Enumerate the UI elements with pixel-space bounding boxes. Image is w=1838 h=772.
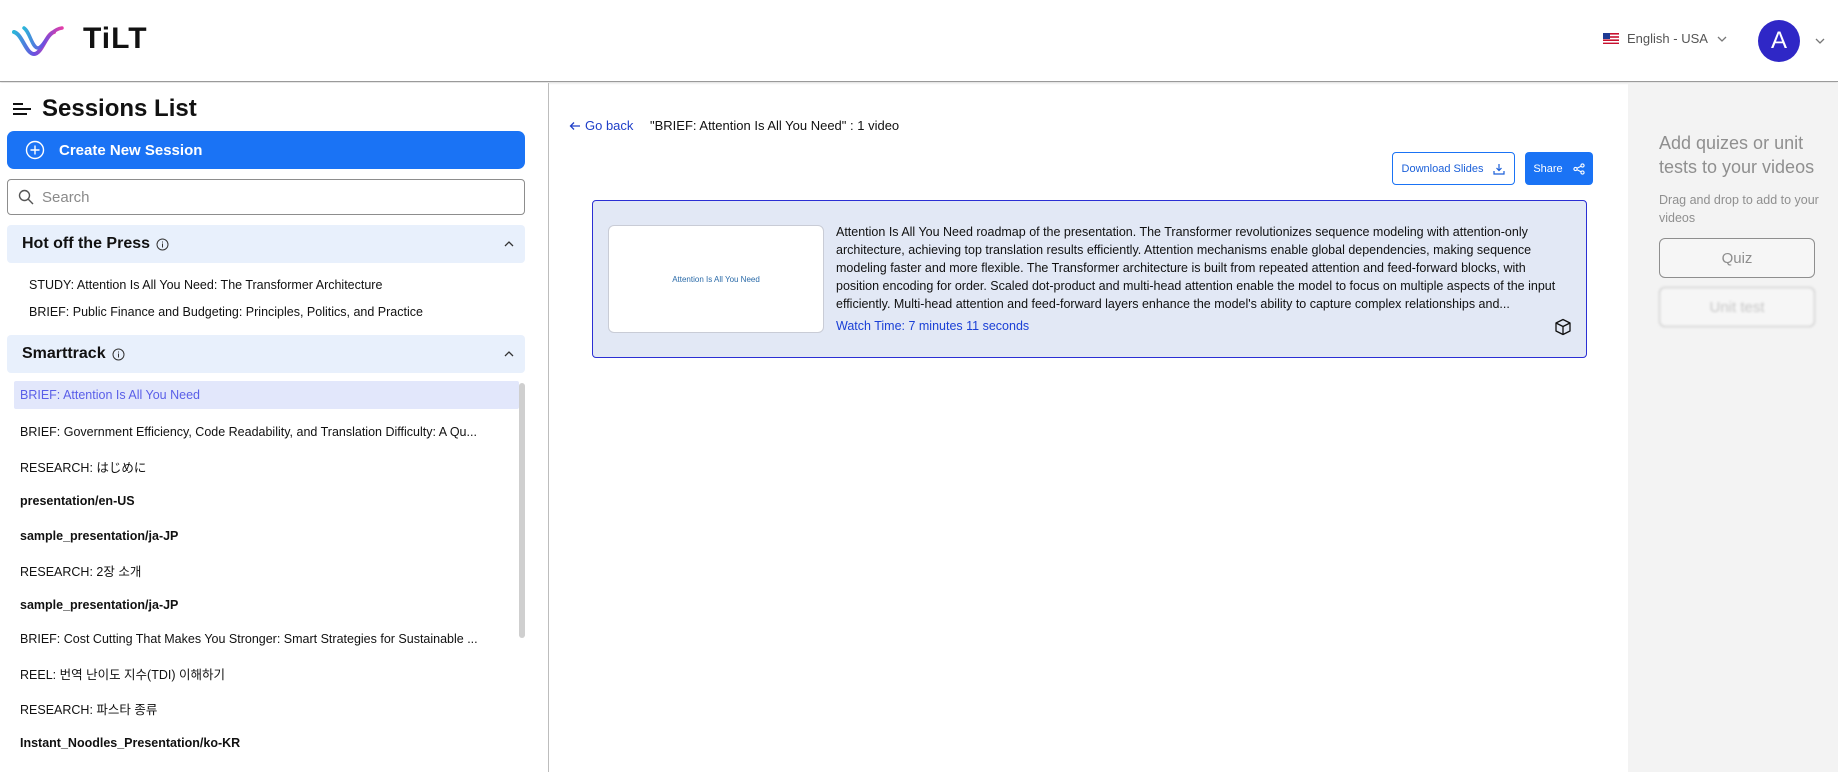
video-card[interactable]: Attention Is All You Need Attention Is A… bbox=[592, 200, 1587, 358]
arrow-left-icon bbox=[569, 121, 580, 130]
create-session-button[interactable]: Create New Session bbox=[7, 131, 525, 169]
share-button[interactable]: Share bbox=[1525, 152, 1593, 185]
quiz-panel-subtitle: Drag and drop to add to your videos bbox=[1659, 193, 1819, 225]
thumbnail-title: Attention Is All You Need bbox=[672, 274, 760, 284]
video-thumbnail[interactable]: Attention Is All You Need bbox=[608, 225, 824, 333]
avatar[interactable]: A bbox=[1758, 20, 1800, 62]
sessions-list-header: Sessions List bbox=[12, 95, 197, 123]
unit-test-button[interactable]: Unit test bbox=[1659, 287, 1815, 327]
list-item[interactable]: Instant_Noodles_Presentation/ko-KR bbox=[14, 726, 519, 761]
account-chevron-down-icon[interactable] bbox=[1814, 35, 1826, 47]
list-item-selected[interactable]: BRIEF: Attention Is All You Need bbox=[14, 381, 519, 409]
language-selector[interactable]: English - USA bbox=[1603, 31, 1728, 46]
list-item[interactable]: sample_presentation/ja-JP bbox=[14, 519, 519, 554]
list-item[interactable]: RESEARCH: はじめに bbox=[14, 450, 519, 485]
hot-item[interactable]: BRIEF: Public Finance and Budgeting: Pri… bbox=[29, 305, 423, 319]
video-description: Attention Is All You Need roadmap of the… bbox=[836, 225, 1556, 311]
smarttrack-list: BRIEF: Attention Is All You Need BRIEF: … bbox=[14, 381, 519, 772]
download-icon bbox=[1493, 163, 1506, 175]
top-bar: TiLT English - USA A bbox=[0, 0, 1838, 82]
cube-icon[interactable] bbox=[1554, 318, 1572, 336]
list-item[interactable]: RESEARCH: 파스타 종류 bbox=[14, 691, 519, 726]
chevron-up-icon[interactable] bbox=[503, 348, 515, 360]
list-item[interactable]: sample_presentation/ja-JP bbox=[14, 588, 519, 623]
info-icon[interactable] bbox=[156, 238, 169, 251]
search-icon bbox=[18, 189, 34, 205]
download-slides-button[interactable]: Download Slides bbox=[1392, 152, 1515, 185]
list-item[interactable]: presentation/en-US bbox=[14, 484, 519, 519]
share-icon bbox=[1573, 162, 1585, 175]
breadcrumb: "BRIEF: Attention Is All You Need" : 1 v… bbox=[650, 118, 900, 133]
smarttrack-label: Smarttrack bbox=[22, 345, 106, 362]
go-back-label: Go back bbox=[585, 118, 634, 133]
quiz-panel-title: Add quizes or unit tests to your videos bbox=[1659, 133, 1815, 177]
sessions-list-title: Sessions List bbox=[42, 95, 197, 122]
download-slides-label: Download Slides bbox=[1401, 162, 1484, 175]
go-back-link[interactable]: Go back bbox=[569, 118, 633, 133]
tilt-logo-icon[interactable] bbox=[12, 24, 64, 58]
quiz-panel: Add quizes or unit tests to your videos … bbox=[1628, 83, 1838, 772]
list-item[interactable]: RESEARCH: 2장 소개 bbox=[14, 553, 519, 588]
hot-off-press-section-header[interactable]: Hot off the Press bbox=[7, 225, 525, 263]
sidebar-scrollbar[interactable] bbox=[519, 383, 525, 638]
watch-time: Watch Time: 7 minutes 11 seconds bbox=[836, 319, 1030, 333]
smarttrack-section-header[interactable]: Smarttrack bbox=[7, 335, 525, 373]
search-input[interactable] bbox=[42, 188, 502, 206]
brand-name: TiLT bbox=[83, 22, 148, 55]
list-item[interactable]: REEL: 번역 난이도 지수(TDI) 이해하기 bbox=[14, 657, 519, 692]
hot-off-press-label: Hot off the Press bbox=[22, 235, 151, 252]
us-flag-icon bbox=[1603, 33, 1619, 44]
share-label: Share bbox=[1533, 162, 1563, 175]
list-item[interactable]: BRIEF: Government Efficiency, Code Reada… bbox=[14, 415, 519, 450]
hot-item[interactable]: STUDY: Attention Is All You Need: The Tr… bbox=[29, 278, 382, 292]
language-label: English - USA bbox=[1627, 31, 1708, 46]
list-item[interactable]: BRIEF: 공사 기업 bbox=[14, 760, 519, 772]
chevron-down-icon bbox=[1717, 36, 1727, 42]
quiz-button[interactable]: Quiz bbox=[1659, 238, 1815, 278]
plus-circle-icon bbox=[25, 140, 45, 160]
list-item[interactable]: BRIEF: Cost Cutting That Makes You Stron… bbox=[14, 622, 519, 657]
menu-icon[interactable] bbox=[12, 101, 32, 117]
sessions-sidebar: Sessions List Create New Session Hot off… bbox=[0, 83, 549, 772]
chevron-up-icon[interactable] bbox=[503, 238, 515, 250]
info-icon[interactable] bbox=[112, 348, 125, 361]
search-box[interactable] bbox=[7, 179, 525, 215]
create-session-label: Create New Session bbox=[59, 141, 203, 159]
